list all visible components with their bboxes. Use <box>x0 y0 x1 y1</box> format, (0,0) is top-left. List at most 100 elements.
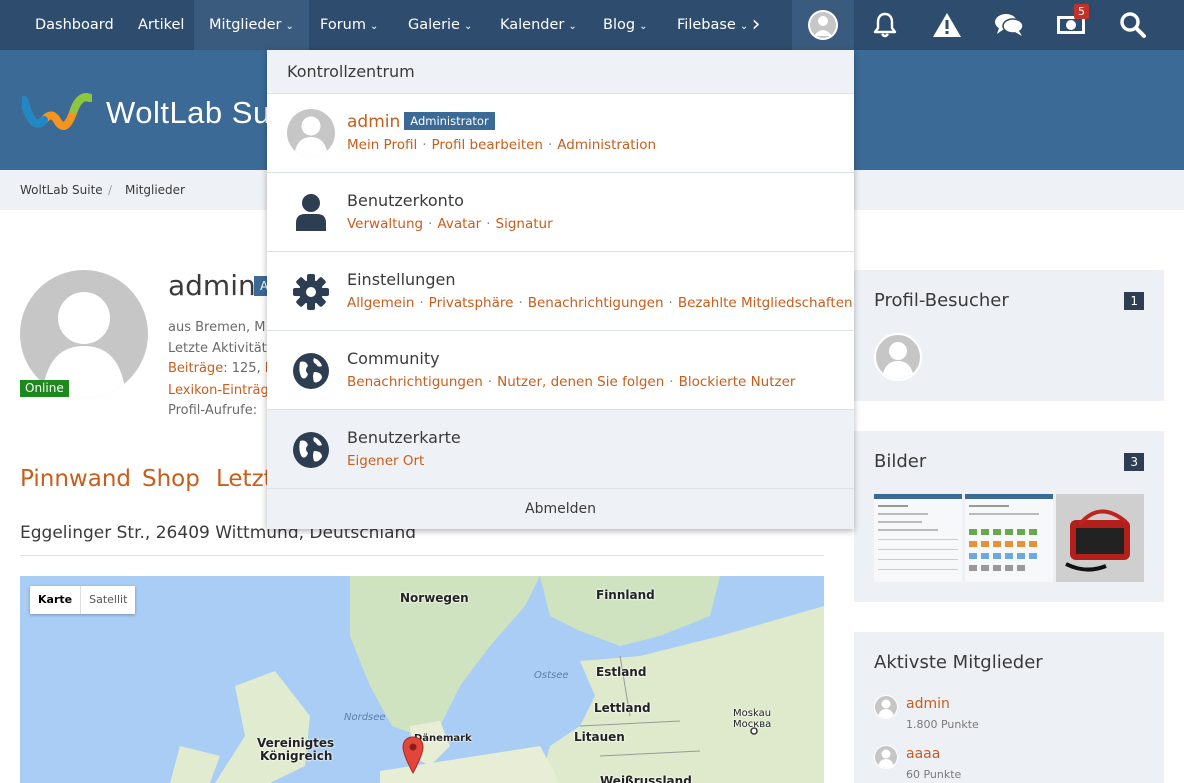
link-avatar[interactable]: Avatar <box>437 216 481 232</box>
breadcrumb-item-home[interactable]: WoltLab Suite <box>20 183 103 197</box>
chevron-down-icon: ⌄ <box>285 21 294 32</box>
box-title: Bilder <box>874 451 927 472</box>
nav-item-galerie[interactable]: Galerie ⌄ <box>393 0 487 50</box>
member-name-link[interactable]: admin <box>906 696 950 712</box>
profile-views: Profil-Aufrufe: <box>168 403 258 418</box>
link-profil-bearbeiten[interactable]: Profil bearbeiten <box>432 137 543 153</box>
link-eigener-ort[interactable]: Eigener Ort <box>347 453 424 469</box>
nav-item-blog[interactable]: Blog ⌄ <box>588 0 662 50</box>
link-verwaltung[interactable]: Verwaltung <box>347 216 423 232</box>
online-status-badge: Online <box>20 380 69 397</box>
notification-badge: 5 <box>1074 4 1089 19</box>
map-label-moskva: Москва <box>733 719 772 730</box>
nav-item-artikel[interactable]: Artikel <box>123 0 199 50</box>
link-separator: · <box>428 216 433 232</box>
moderation-button[interactable] <box>916 0 978 50</box>
search-icon <box>1120 12 1146 38</box>
map-marker-icon[interactable] <box>402 736 424 774</box>
photo-thumbnail <box>1056 494 1144 582</box>
image-thumbnail[interactable] <box>1056 494 1144 582</box>
nav-item-mitglieder[interactable]: Mitglieder ⌄ <box>194 0 309 50</box>
nav-label: Forum <box>320 17 366 33</box>
link-bezahlte-mitgliedschaften[interactable]: Bezahlte Mitgliedschaften <box>678 295 853 311</box>
posts-link[interactable]: Beiträge <box>168 361 223 376</box>
link-blockierte-nutzer[interactable]: Blockierte Nutzer <box>679 374 796 390</box>
member-avatar[interactable] <box>874 745 898 769</box>
dropdown-header: Kontrollzentrum <box>267 50 854 94</box>
section-title: Benutzerkonto <box>347 191 464 210</box>
profile-name: admin <box>168 269 256 302</box>
map-type-karte[interactable]: Karte <box>30 586 80 614</box>
chevron-down-icon: ⌄ <box>463 21 473 32</box>
bell-icon <box>873 12 897 38</box>
link-benachrichtigungen[interactable]: Benachrichtigungen <box>528 295 664 311</box>
breadcrumb-item-members[interactable]: Mitglieder <box>125 183 185 197</box>
nav-item-kalender[interactable]: Kalender ⌄ <box>485 0 592 50</box>
dropdown-section-community: Community Benachrichtigungen · Nutzer, den… <box>267 331 854 410</box>
tab-letzte[interactable]: Letzt <box>216 466 273 492</box>
profile-avatar <box>20 270 148 398</box>
section-links: Benachrichtigungen · Nutzer, denen Sie fol… <box>347 374 795 390</box>
conversations-button[interactable] <box>978 0 1040 50</box>
image-thumbnail[interactable] <box>874 494 962 582</box>
avatar <box>808 10 838 40</box>
map-label-finnland: Finnland <box>596 588 655 602</box>
nav-item-dashboard[interactable]: Dashboard <box>20 0 129 50</box>
map-label-lettland: Lettland <box>594 701 651 715</box>
nav-label: Blog <box>603 17 636 33</box>
map-type-satellit[interactable]: Satellit <box>80 586 135 614</box>
chevron-down-icon: ⌄ <box>639 21 648 32</box>
user-control-panel-dropdown: Kontrollzentrum admin Administrator Mein … <box>267 50 854 529</box>
count-badge: 3 <box>1124 453 1144 471</box>
link-benachrichtigungen[interactable]: Benachrichtigungen <box>347 374 483 390</box>
link-allgemein[interactable]: Allgemein <box>347 295 414 311</box>
chevron-right-icon: › <box>751 12 761 37</box>
comments-icon <box>995 14 1024 36</box>
box-title: Aktivste Mitglieder <box>874 652 1043 673</box>
map-label-litauen: Litauen <box>574 730 625 744</box>
dropdown-section-benutzerkonto: Benutzerkonto Verwaltung · Avatar · Signatur <box>267 173 854 252</box>
link-privatsphaere[interactable]: Privatsphäre <box>429 295 514 311</box>
image-thumbnail[interactable] <box>965 494 1053 582</box>
dropdown-title: Kontrollzentrum <box>287 62 415 81</box>
avatar[interactable] <box>287 109 335 157</box>
woltlab-logo[interactable] <box>22 90 92 132</box>
nav-more-button[interactable]: › <box>741 0 771 50</box>
link-administration[interactable]: Administration <box>557 137 656 153</box>
user-icon <box>289 191 333 235</box>
search-button[interactable] <box>1102 0 1164 50</box>
chevron-down-icon: ⌄ <box>568 21 577 32</box>
tab-shop[interactable]: Shop <box>142 466 200 492</box>
globe-icon <box>289 349 333 393</box>
user-rank-badge: A <box>254 276 268 296</box>
section-title: Community <box>347 349 440 368</box>
member-avatar[interactable] <box>874 695 898 719</box>
section-links: Allgemein · Privatsphäre · Benachrichtigunge… <box>347 295 853 311</box>
map-label-estland: Estland <box>596 665 647 679</box>
link-following[interactable]: Nutzer, denen Sie folgen <box>497 374 664 390</box>
tab-pinnwand[interactable]: Pinnwand <box>20 466 131 492</box>
site-title[interactable]: WoltLab Su <box>106 95 271 131</box>
role-badge: Administrator <box>404 112 495 130</box>
lexicon-entries-link[interactable]: Lexikon-Einträg <box>168 383 269 398</box>
user-menu-button[interactable] <box>792 0 854 50</box>
map-label-norwegen: Norwegen <box>400 591 469 605</box>
notifications-button[interactable] <box>854 0 916 50</box>
link-mein-profil[interactable]: Mein Profil <box>347 137 417 153</box>
user-map[interactable]: Karte Satellit Norwegen Finnland Ostsee … <box>20 576 824 783</box>
map-label-weissrussland: Weißrussland <box>600 774 692 783</box>
box-title: Profil-Besucher <box>874 290 1009 311</box>
visitor-avatar[interactable] <box>874 333 922 381</box>
dropdown-section-benutzerkarte: Benutzerkarte Eigener Ort <box>267 410 854 489</box>
nav-label: Filebase <box>677 17 736 33</box>
nav-label: Dashboard <box>35 17 114 33</box>
logout-button[interactable]: Abmelden <box>267 489 854 529</box>
map-label-ostsee: Ostsee <box>534 670 569 681</box>
globe-icon <box>289 428 333 472</box>
user-name-link[interactable]: admin <box>347 112 400 132</box>
count-badge: 1 <box>1124 292 1144 310</box>
nav-item-forum[interactable]: Forum ⌄ <box>305 0 393 50</box>
payments-button[interactable]: 5 <box>1040 0 1102 50</box>
member-name-link[interactable]: aaaa <box>906 746 940 762</box>
link-signatur[interactable]: Signatur <box>496 216 553 232</box>
